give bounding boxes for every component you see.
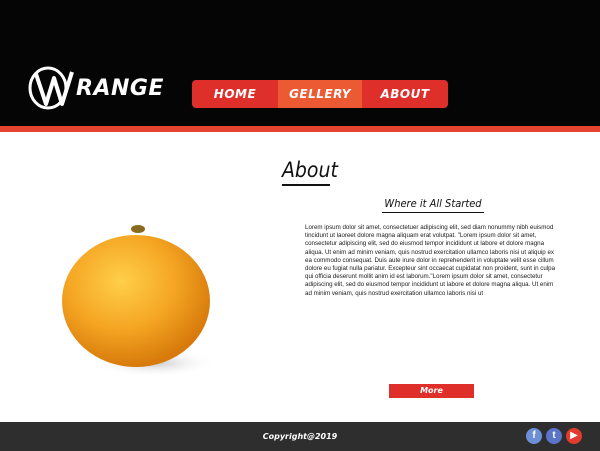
main-nav: HOME GELLERY ABOUT [192, 80, 448, 108]
nav-gallery[interactable]: GELLERY [278, 80, 362, 108]
nav-about[interactable]: ABOUT [362, 80, 448, 108]
facebook-icon[interactable]: f [526, 428, 542, 444]
youtube-icon[interactable]: ▶ [566, 428, 582, 444]
about-body-text: Lorem ipsum dolor sit amet, consectetuer… [305, 224, 556, 297]
page-title: About [282, 156, 338, 186]
header-accent-stripe [0, 126, 600, 132]
orange-image [54, 215, 224, 385]
footer-bar: Copyright@2019 f t ▶ [0, 422, 600, 451]
copyright-text: Copyright@2019 [262, 432, 338, 441]
more-button[interactable]: More [389, 384, 474, 398]
logo-text: RANGE [76, 76, 164, 101]
nav-home[interactable]: HOME [192, 80, 278, 108]
section-subtitle: Where it All Started [382, 196, 484, 213]
site-logo[interactable]: RANGE [26, 64, 166, 112]
twitter-icon[interactable]: t [546, 428, 562, 444]
